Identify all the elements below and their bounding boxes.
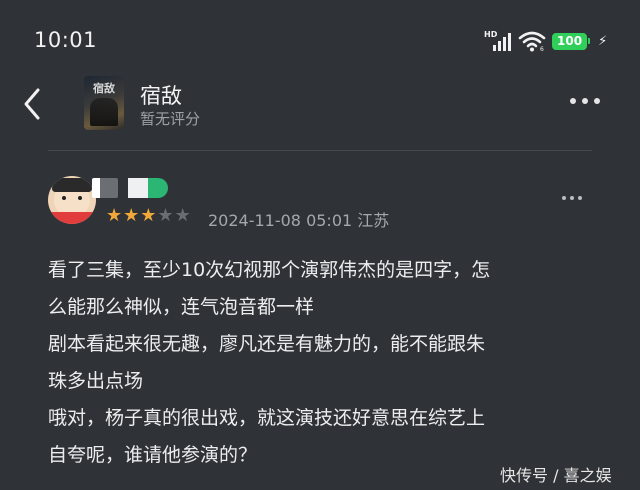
comment-line: 哦对，杨子真的很出戏，就这演技还好意思在综艺上 (48, 407, 486, 429)
star-filled-icon: ★ (140, 205, 157, 226)
user-badges (92, 178, 168, 198)
comment-line: 珠多出点场 (48, 370, 144, 392)
status-time: 10:01 (34, 28, 98, 52)
charging-icon: ⚡ (598, 33, 608, 49)
comment-line: 看了三集，至少10次幻视那个演郭伟杰的是四字，怎 (48, 259, 491, 281)
status-bar: 10:01 HD 6 100 ⚡ (0, 0, 640, 80)
star-filled-icon: ★ (106, 205, 123, 226)
user-level-badge (128, 178, 168, 198)
back-icon (24, 88, 40, 120)
comment-more-icon[interactable] (562, 196, 588, 202)
star-rating: ★ ★ ★ ★ ★ (106, 206, 191, 226)
user-badge (92, 178, 118, 198)
signal-icon: HD (484, 30, 512, 51)
show-rating: 暂无评分 (140, 110, 201, 128)
post-meta: 2024-11-08 05:01 江苏 (208, 211, 390, 230)
star-filled-icon: ★ (123, 205, 140, 226)
comment-line: 么能那么神似，连气泡音都一样 (48, 296, 315, 318)
back-button[interactable] (18, 84, 48, 124)
star-empty-icon: ★ (157, 205, 174, 226)
star-empty-icon: ★ (174, 205, 191, 226)
comment-line: 剧本看起来很无趣，廖凡还是有魅力的，能不能跟朱 (48, 333, 486, 355)
show-title: 宿敌 (140, 84, 182, 108)
avatar[interactable] (48, 176, 96, 224)
show-poster[interactable]: 宿敌 (84, 76, 124, 130)
more-icon[interactable] (570, 98, 610, 108)
poster-title: 宿敌 (93, 82, 115, 95)
watermark: 快传号 / 喜之娱 (500, 466, 612, 485)
divider (48, 150, 592, 151)
battery-icon: 100 (552, 32, 591, 50)
nav-bar: 宿敌 宿敌 暂无评分 (0, 72, 640, 138)
battery-level: 100 (552, 32, 588, 50)
comment-body: 看了三集，至少10次幻视那个演郭伟杰的是四字，怎 么能那么神似，连气泡音都一样 … (48, 252, 596, 474)
status-icons: HD 6 100 ⚡ (484, 30, 607, 52)
wifi-icon: 6 (518, 31, 546, 52)
svg-text:6: 6 (540, 46, 544, 52)
